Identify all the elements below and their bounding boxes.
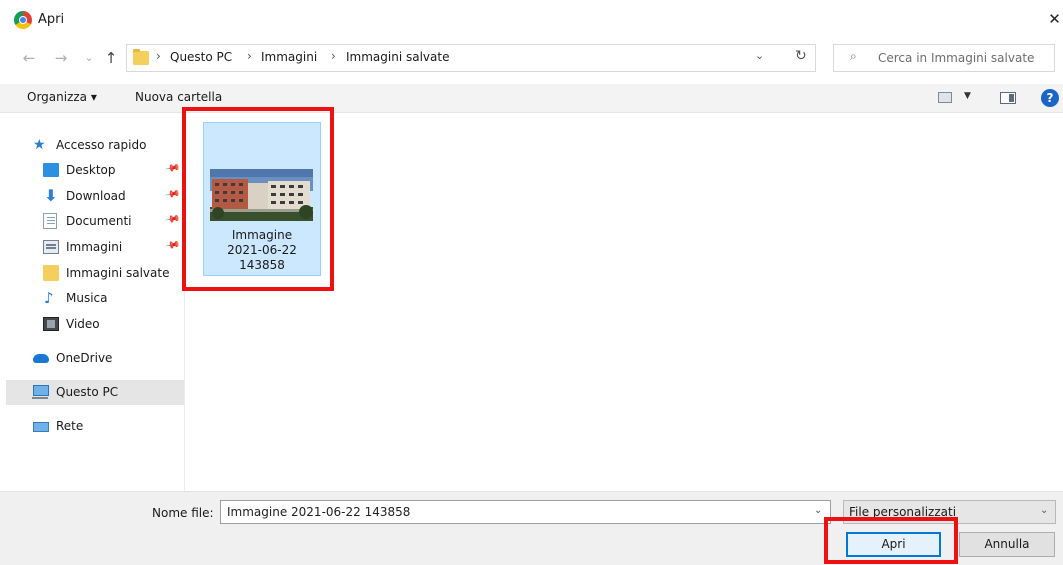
sidebar-item-desktop[interactable]: Desktop 📌 [6, 158, 184, 182]
up-arrow-icon[interactable]: ↑ [100, 48, 122, 68]
search-input[interactable] [878, 48, 1050, 68]
close-button[interactable]: ✕ [1046, 8, 1063, 30]
sidebar-item-label: Download [66, 189, 126, 203]
command-toolbar: Organizza ▾ Nuova cartella ▼ ? [0, 84, 1063, 113]
sidebar-item-label: Immagini salvate [66, 266, 170, 280]
sidebar-item-onedrive[interactable]: OneDrive [6, 346, 184, 370]
sidebar-item-documenti[interactable]: Documenti 📌 [6, 209, 184, 233]
sidebar-item-musica[interactable]: ♪ Musica [6, 286, 184, 310]
star-icon: ★ [33, 137, 46, 153]
pin-icon: 📌 [163, 237, 181, 254]
sidebar-item-label: OneDrive [56, 351, 113, 365]
sidebar-item-label: Documenti [66, 214, 132, 228]
sidebar-item-immagini[interactable]: Immagini 📌 [6, 235, 184, 259]
search-box[interactable]: ⌕ [833, 44, 1055, 72]
breadcrumb-separator: › [331, 49, 336, 63]
breadcrumb-separator: › [247, 49, 252, 63]
new-folder-button[interactable]: Nuova cartella [135, 90, 222, 104]
title-bar: Apri ✕ [0, 0, 1063, 40]
address-dropdown-icon[interactable]: ⌄ [755, 49, 764, 62]
pin-icon: 📌 [163, 211, 181, 228]
sidebar-item-questo-pc[interactable]: Questo PC [6, 380, 184, 405]
forward-arrow-icon[interactable]: → [50, 48, 72, 68]
pin-icon: 📌 [163, 160, 181, 177]
documents-icon [43, 213, 57, 229]
video-icon [43, 317, 59, 331]
change-view-icon[interactable] [938, 92, 952, 103]
sidebar-item-label: Questo PC [56, 385, 119, 399]
highlight-box-open-button [824, 517, 958, 564]
folder-icon [133, 49, 149, 65]
recent-locations-chevron-icon[interactable]: ⌄ [78, 48, 100, 68]
chevron-down-icon[interactable]: ⌄ [814, 505, 822, 516]
breadcrumb-immagini-salvate[interactable]: Immagini salvate [346, 50, 449, 64]
refresh-icon: ↻ [795, 48, 807, 64]
cancel-button[interactable]: Annulla [959, 532, 1055, 557]
breadcrumb-immagini[interactable]: Immagini [261, 50, 317, 64]
highlight-box-file [182, 107, 334, 291]
pin-icon: 📌 [163, 186, 181, 203]
back-arrow-icon[interactable]: ← [18, 48, 40, 68]
sidebar-item-label: Desktop [66, 163, 116, 177]
filename-combobox[interactable]: ⌄ [220, 500, 831, 524]
sidebar-item-label: Accesso rapido [56, 138, 147, 152]
sidebar-item-immagini-salvate[interactable]: Immagini salvate [6, 261, 184, 285]
breadcrumb-separator: › [156, 49, 161, 63]
sidebar-item-label: Video [66, 317, 100, 331]
refresh-button[interactable]: ↻ [785, 44, 821, 72]
chevron-down-icon[interactable]: ⌄ [1040, 505, 1048, 516]
sidebar-item-rete[interactable]: Rete [6, 414, 184, 438]
images-icon [43, 240, 59, 254]
folder-icon [43, 265, 59, 281]
window-title: Apri [38, 12, 65, 27]
address-bar[interactable]: › Questo PC › Immagini › Immagini salvat… [126, 44, 816, 72]
music-icon: ♪ [44, 289, 54, 307]
navigation-pane: ★ Accesso rapido Desktop 📌 ⬇ Download 📌 … [6, 113, 185, 491]
desktop-icon [43, 163, 59, 177]
organize-button[interactable]: Organizza ▾ [27, 90, 97, 104]
preview-pane-icon[interactable] [1000, 92, 1016, 104]
network-icon [33, 422, 49, 432]
view-options-dropdown-icon[interactable]: ▼ [964, 91, 971, 101]
sidebar-item-video[interactable]: Video [6, 312, 184, 336]
breadcrumb-questo-pc[interactable]: Questo PC [170, 50, 232, 64]
onedrive-icon [33, 354, 49, 363]
sidebar-item-accesso-rapido[interactable]: ★ Accesso rapido [6, 133, 184, 157]
sidebar-item-label: Musica [66, 291, 108, 305]
sidebar-item-download[interactable]: ⬇ Download 📌 [6, 184, 184, 208]
sidebar-item-label: Rete [56, 419, 84, 433]
chrome-app-icon [14, 11, 32, 29]
sidebar-item-label: Immagini [66, 240, 123, 254]
search-icon: ⌕ [850, 49, 857, 63]
computer-icon [32, 385, 49, 399]
help-icon[interactable]: ? [1041, 89, 1059, 107]
download-icon: ⬇ [44, 186, 58, 205]
filename-input[interactable] [227, 503, 807, 521]
filename-label: Nome file: [152, 506, 214, 520]
navigation-bar: ← → ⌄ ↑ › Questo PC › Immagini › Immagin… [0, 40, 1063, 76]
